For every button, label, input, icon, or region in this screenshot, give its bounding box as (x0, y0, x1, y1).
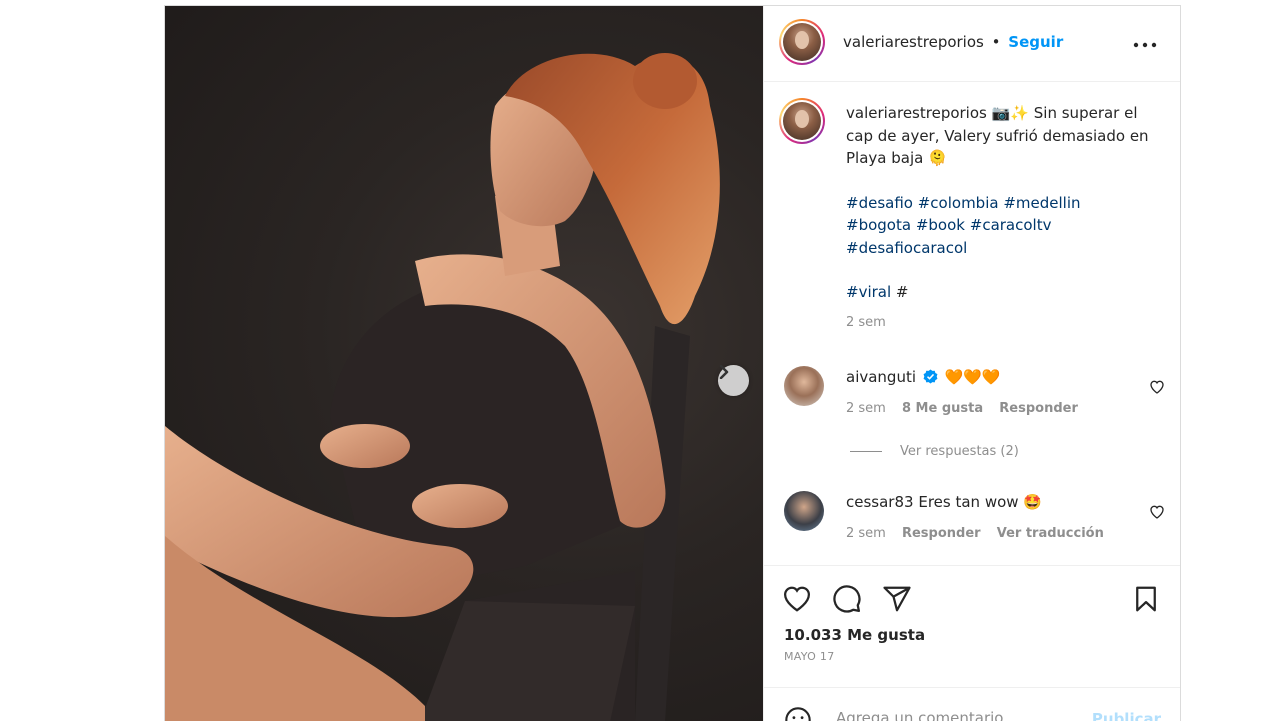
verified-badge-icon (923, 369, 938, 384)
comment-meta: 2 sem 8 Me gusta Responder (846, 401, 1090, 416)
comment-likes[interactable]: 8 Me gusta (902, 401, 983, 416)
translate-button[interactable]: Ver traducción (997, 526, 1104, 541)
commenter-avatar[interactable] (784, 491, 824, 531)
add-comment-bar: Publicar (764, 687, 1180, 721)
comment-time[interactable]: 2 sem (846, 401, 886, 416)
comment-input[interactable] (834, 708, 1088, 721)
comment-body: Eres tan wow 🤩 (918, 493, 1042, 511)
comment-text: cessar83 Eres tan wow 🤩 (846, 493, 1042, 511)
hashtag-link[interactable]: #caracoltv (970, 216, 1052, 234)
header-title: valeriarestreporios • Seguir (843, 33, 1063, 51)
separator-dot: • (991, 33, 1001, 51)
instagram-post: valeriarestreporios • Seguir valeriarest… (164, 5, 1181, 721)
hashtag-link[interactable]: #viral (846, 283, 891, 301)
caption-username-link[interactable]: valeriarestreporios (846, 104, 987, 122)
paper-plane-icon[interactable] (882, 584, 912, 614)
commenter-username-link[interactable]: cessar83 (846, 493, 914, 511)
smiley-icon[interactable] (784, 706, 812, 721)
avatar-image (783, 102, 821, 140)
avatar-image (783, 23, 821, 61)
view-replies-label: Ver respuestas (2) (900, 444, 1019, 459)
post-photo[interactable] (165, 6, 763, 721)
post-date[interactable]: MAYO 17 (784, 650, 835, 663)
comment-time[interactable]: 2 sem (846, 526, 886, 541)
comments-area[interactable]: valeriarestreporios 📷✨ Sin superar el ca… (764, 82, 1180, 565)
author-avatar[interactable] (779, 19, 825, 65)
commenter-username-link[interactable]: aivanguti (846, 368, 916, 386)
hashtag-link[interactable]: #medellin (1003, 194, 1080, 212)
caption-author-avatar[interactable] (779, 98, 825, 144)
chevron-right-icon (719, 365, 729, 379)
post-header: valeriarestreporios • Seguir (764, 6, 1180, 82)
bookmark-icon[interactable] (1131, 584, 1161, 614)
caption-emoji: 📷✨ (991, 104, 1029, 122)
comment-text: aivanguti 🧡🧡🧡 (846, 368, 1001, 386)
likes-count[interactable]: 10.033 Me gusta (784, 626, 925, 644)
commenter-avatar[interactable] (784, 366, 824, 406)
follow-button[interactable]: Seguir (1008, 33, 1063, 51)
more-options-icon[interactable] (1133, 31, 1157, 51)
replies-line (850, 451, 882, 452)
publish-button[interactable]: Publicar (1092, 710, 1161, 721)
comment-icon[interactable] (832, 584, 862, 614)
author-username-link[interactable]: valeriarestreporios (843, 33, 984, 51)
caption-time[interactable]: 2 sem (846, 312, 1156, 335)
hashtag-link[interactable]: #bogota (846, 216, 911, 234)
hashtag-link[interactable]: #book (916, 216, 965, 234)
hashtag-group-2: #viral # (846, 281, 1156, 304)
next-photo-button[interactable] (718, 365, 749, 396)
comment-like-heart-icon[interactable] (1149, 379, 1165, 395)
view-replies-button[interactable]: Ver respuestas (2) (850, 444, 1019, 459)
reply-button[interactable]: Responder (999, 401, 1078, 416)
post-actions: 10.033 Me gusta MAYO 17 (764, 565, 1180, 688)
hashtag-tail: # (895, 283, 909, 301)
comment-like-heart-icon[interactable] (1149, 504, 1165, 520)
hashtag-link[interactable]: #desafio (846, 194, 913, 212)
hashtag-group: #desafio #colombia #medellin #bogota #bo… (846, 192, 1156, 260)
comment-body: 🧡🧡🧡 (944, 368, 1001, 386)
reply-button[interactable]: Responder (902, 526, 981, 541)
comment-meta: 2 sem Responder Ver traducción (846, 526, 1116, 541)
hashtag-link[interactable]: #desafiocaracol (846, 239, 967, 257)
heart-icon[interactable] (782, 584, 812, 614)
hashtag-link[interactable]: #colombia (918, 194, 999, 212)
post-details-panel: valeriarestreporios • Seguir valeriarest… (763, 6, 1180, 721)
photo-illustration (165, 53, 720, 721)
caption-text: valeriarestreporios 📷✨ Sin superar el ca… (846, 102, 1156, 334)
